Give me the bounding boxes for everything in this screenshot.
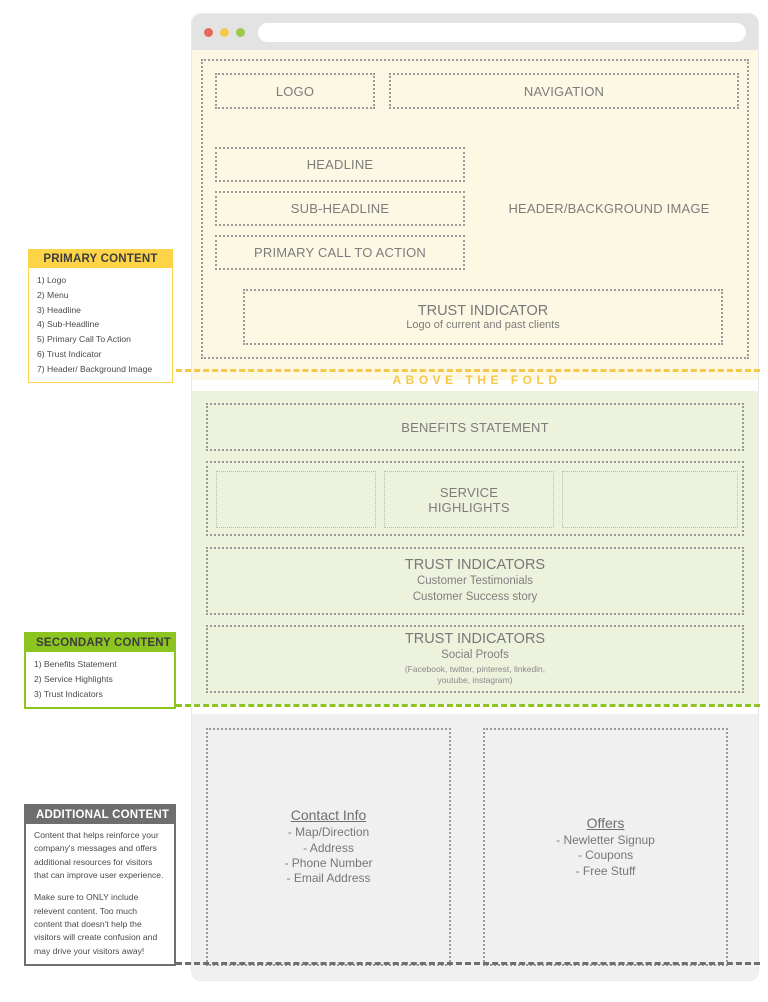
browser-chrome	[192, 14, 758, 50]
annotation-secondary-body: 1) Benefits Statement 2) Service Highlig…	[26, 652, 174, 707]
annotation-primary-item-1: 1) Logo	[37, 275, 67, 285]
annotation-additional-paragraph-1: Content that helps reinforce your compan…	[34, 830, 164, 880]
annotation-additional-paragraph-2: Make sure to ONLY include relevent conte…	[34, 892, 158, 956]
annotation-primary-item-4: 4) Sub-Headline	[37, 319, 100, 330]
minimize-dot[interactable]	[220, 27, 229, 37]
address-bar[interactable]	[258, 22, 746, 42]
annotation-primary-body: 1) Logo 2) Menu 3) Headline 4) Sub-Headl…	[29, 268, 172, 382]
contact-line-address: - Address	[303, 840, 354, 855]
service-highlights-row: SERVICE HIGHLIGHTS	[206, 461, 744, 536]
annotation-primary-content: PRIMARY CONTENT 1) Logo 2) Menu 3) Headl…	[28, 249, 173, 384]
annotation-secondary-item-3: 3) Trust Indicators	[34, 688, 103, 699]
logo-label: LOGO	[275, 83, 315, 99]
annotation-additional-header: ADDITIONAL CONTENT	[26, 806, 174, 824]
offers-title: Offers	[586, 814, 625, 831]
close-dot[interactable]	[204, 27, 213, 37]
offers-card: Offers - Newletter Signup - Coupons - Fr…	[483, 728, 728, 966]
additional-divider-line	[176, 962, 760, 965]
annotation-primary-item-5: 5) Primary Call To Action	[37, 334, 131, 345]
annotation-secondary-content: SECONDARY CONTENT 1) Benefits Statement …	[24, 632, 176, 710]
above-the-fold-marker: ABOVE THE FOLD	[392, 373, 562, 387]
header-background-image-label: HEADER/BACKGROUND IMAGE	[508, 201, 710, 216]
primary-cta-label: PRIMARY CALL TO ACTION	[253, 245, 426, 260]
contact-line-email: - Email Address	[286, 871, 371, 886]
contact-info-card: Contact Info - Map/Direction - Address -…	[206, 728, 451, 966]
annotation-additional-body: Content that helps reinforce your compan…	[26, 824, 174, 964]
above-the-fold-section: LOGO NAVIGATION HEADLINE SUB-HEADLINE PR…	[192, 50, 758, 387]
offers-line-coupons: - Coupons	[577, 848, 634, 863]
annotation-primary-item-3: 3) Headline	[37, 304, 81, 315]
trust-indicators-line-success-story: Customer Success story	[412, 591, 538, 603]
service-highlight-column-2: SERVICE HIGHLIGHTS	[384, 471, 554, 528]
navigation-placeholder[interactable]: NAVIGATION	[389, 73, 739, 109]
annotation-primary-item-7: 7) Header/ Background Image	[37, 363, 153, 374]
offers-line-free-stuff: - Free Stuff	[575, 863, 636, 878]
primary-cta-placeholder[interactable]: PRIMARY CALL TO ACTION	[215, 235, 465, 270]
secondary-content-section: BENEFITS STATEMENT SERVICE HIGHLIGHTS TR…	[192, 391, 758, 704]
headline-placeholder: HEADLINE	[215, 147, 465, 182]
contact-line-phone: - Phone Number	[284, 856, 373, 870]
trust-indicator-subtitle: Logo of current and past clients	[406, 319, 560, 331]
window-controls	[204, 27, 245, 37]
annotation-additional-content: ADDITIONAL CONTENT Content that helps re…	[24, 804, 176, 966]
annotation-primary-item-2: 2) Menu	[37, 289, 69, 300]
annotation-secondary-item-1: 1) Benefits Statement	[34, 659, 117, 669]
logo-placeholder[interactable]: LOGO	[215, 73, 375, 109]
contact-line-map: - Map/Direction	[287, 825, 370, 840]
subheadline-label: SUB-HEADLINE	[290, 201, 390, 216]
maximize-dot[interactable]	[236, 27, 245, 37]
benefits-statement-label: BENEFITS STATEMENT	[401, 419, 549, 435]
fold-divider-line	[176, 369, 760, 372]
service-highlight-column-1	[216, 471, 376, 528]
page-viewport: LOGO NAVIGATION HEADLINE SUB-HEADLINE PR…	[192, 50, 758, 980]
benefits-statement-placeholder: BENEFITS STATEMENT	[206, 403, 744, 451]
offers-line-newsletter: - Newletter Signup	[556, 832, 655, 847]
secondary-divider-line	[176, 704, 760, 707]
wireframe-page: LOGO NAVIGATION HEADLINE SUB-HEADLINE PR…	[0, 0, 768, 1002]
social-proofs-networks-line1: (Facebook, twitter, pinterest, linkedin,	[404, 663, 546, 674]
additional-content-section: Contact Info - Map/Direction - Address -…	[192, 714, 758, 980]
social-proofs-label: Social Proofs	[441, 649, 509, 662]
annotation-primary-header: PRIMARY CONTENT	[29, 250, 172, 268]
subheadline-placeholder: SUB-HEADLINE	[215, 191, 465, 226]
annotation-secondary-header: SECONDARY CONTENT	[26, 634, 174, 652]
header-background-image-placeholder: HEADER/BACKGROUND IMAGE	[479, 191, 739, 226]
service-highlight-column-3	[562, 471, 738, 528]
navigation-label: NAVIGATION	[523, 83, 605, 99]
headline-label: HEADLINE	[306, 157, 374, 172]
trust-indicator-placeholder: TRUST INDICATOR Logo of current and past…	[243, 289, 723, 345]
browser-window: LOGO NAVIGATION HEADLINE SUB-HEADLINE PR…	[192, 14, 758, 980]
trust-indicator-title: TRUST INDICATOR	[417, 303, 549, 319]
service-highlights-line1: SERVICE	[439, 484, 499, 500]
service-highlights-line2: HIGHLIGHTS	[428, 499, 510, 515]
trust-indicators-line-testimonials: Customer Testimonials	[416, 574, 534, 587]
social-proofs-networks-line2: youtube, instagram)	[437, 675, 513, 686]
trust-indicators-title-3: TRUST INDICATORS	[404, 631, 546, 648]
contact-info-title: Contact Info	[290, 807, 367, 824]
annotation-secondary-item-2: 2) Service Highlights	[34, 673, 113, 684]
trust-indicators-social-proofs: TRUST INDICATORS Social Proofs (Facebook…	[206, 625, 744, 693]
trust-indicators-testimonials: TRUST INDICATORS Customer Testimonials C…	[206, 547, 744, 615]
fold-container: LOGO NAVIGATION HEADLINE SUB-HEADLINE PR…	[201, 59, 749, 387]
trust-indicators-title-2: TRUST INDICATORS	[404, 556, 546, 573]
annotation-primary-item-6: 6) Trust Indicator	[37, 348, 102, 359]
